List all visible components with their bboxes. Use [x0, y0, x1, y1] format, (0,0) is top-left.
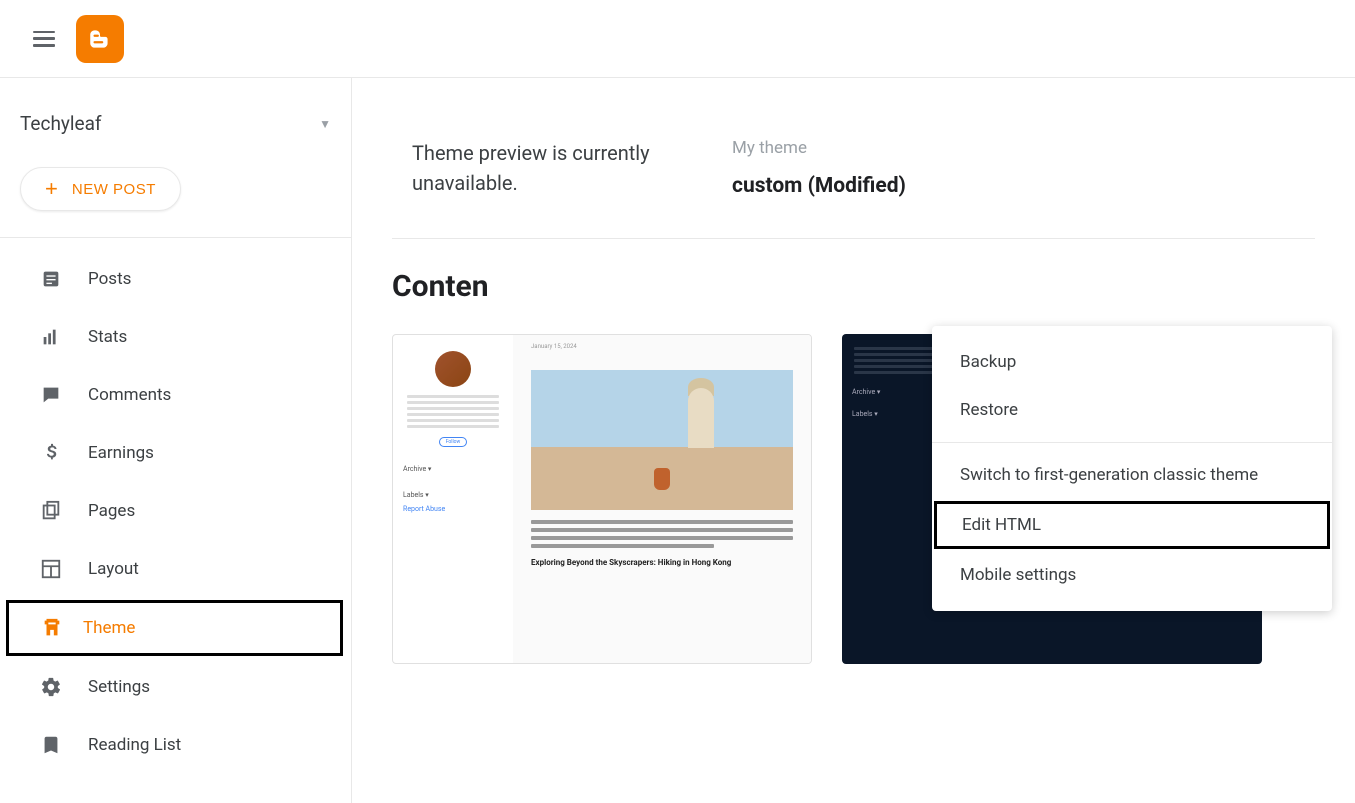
sidebar-item-label: Layout [88, 559, 139, 579]
sidebar-item-reading-list[interactable]: Reading List [0, 716, 351, 774]
sidebar-item-label: Posts [88, 269, 131, 289]
earnings-icon [40, 442, 88, 464]
chevron-down-icon: ▼ [319, 117, 331, 131]
sidebar-item-label: Stats [88, 327, 127, 347]
blogger-icon [87, 26, 113, 52]
sidebar-item-posts[interactable]: Posts [0, 250, 351, 308]
blog-selector[interactable]: Techyleaf ▼ [0, 98, 351, 149]
menu-item-edit-html[interactable]: Edit HTML [934, 501, 1330, 549]
blogger-logo[interactable] [76, 15, 124, 63]
sidebar-item-stats[interactable]: Stats [0, 308, 351, 366]
theme-icon [41, 617, 83, 639]
menu-item-switch-classic[interactable]: Switch to first-generation classic theme [932, 451, 1332, 499]
bookmark-icon [40, 734, 88, 756]
sidebar-item-pages[interactable]: Pages [0, 482, 351, 540]
sidebar-item-settings[interactable]: Settings [0, 658, 351, 716]
sidebar-item-label: Settings [88, 677, 150, 697]
sidebar-item-label: Reading List [88, 735, 181, 755]
section-title: Conten [392, 269, 1315, 304]
posts-icon [40, 268, 88, 290]
theme-options-menu: Backup Restore Switch to first-generatio… [932, 326, 1332, 611]
layout-icon [40, 558, 88, 580]
theme-info: My theme custom (Modified) [732, 138, 906, 198]
sidebar-nav: Posts Stats Comments Earnings [0, 238, 351, 774]
sidebar-item-label: Pages [88, 501, 135, 521]
menu-item-restore[interactable]: Restore [932, 386, 1332, 434]
blog-name: Techyleaf [20, 112, 102, 135]
divider [392, 238, 1315, 239]
preview-unavailable-msg: Theme preview is currently unavailable. [412, 138, 692, 198]
new-post-button[interactable]: + NEW POST [20, 167, 181, 211]
new-post-label: NEW POST [72, 181, 156, 198]
menu-item-mobile-settings[interactable]: Mobile settings [932, 551, 1332, 599]
gear-icon [40, 676, 88, 698]
hamburger-icon [33, 31, 55, 47]
plus-icon: + [45, 178, 58, 200]
main-content: Theme preview is currently unavailable. … [352, 78, 1355, 803]
theme-thumbnail-light[interactable]: Follow Archive ▾ Labels ▾ Report Abuse J… [392, 334, 812, 664]
stats-icon [40, 326, 88, 348]
app-header [0, 0, 1355, 78]
sidebar-item-theme[interactable]: Theme [6, 600, 343, 656]
sidebar-item-label: Theme [83, 618, 135, 638]
divider [932, 442, 1332, 443]
sidebar-item-layout[interactable]: Layout [0, 540, 351, 598]
thumb-article-title: Exploring Beyond the Skyscrapers: Hiking… [531, 558, 793, 567]
sidebar-item-earnings[interactable]: Earnings [0, 424, 351, 482]
my-theme-label: My theme [732, 138, 906, 158]
comments-icon [40, 384, 88, 406]
menu-item-backup[interactable]: Backup [932, 338, 1332, 386]
sidebar-item-label: Earnings [88, 443, 154, 463]
sidebar: Techyleaf ▼ + NEW POST Posts Stats [0, 78, 352, 803]
sidebar-item-label: Comments [88, 385, 171, 405]
menu-toggle[interactable] [20, 15, 68, 63]
my-theme-name: custom (Modified) [732, 174, 906, 198]
sidebar-item-comments[interactable]: Comments [0, 366, 351, 424]
pages-icon [40, 500, 88, 522]
